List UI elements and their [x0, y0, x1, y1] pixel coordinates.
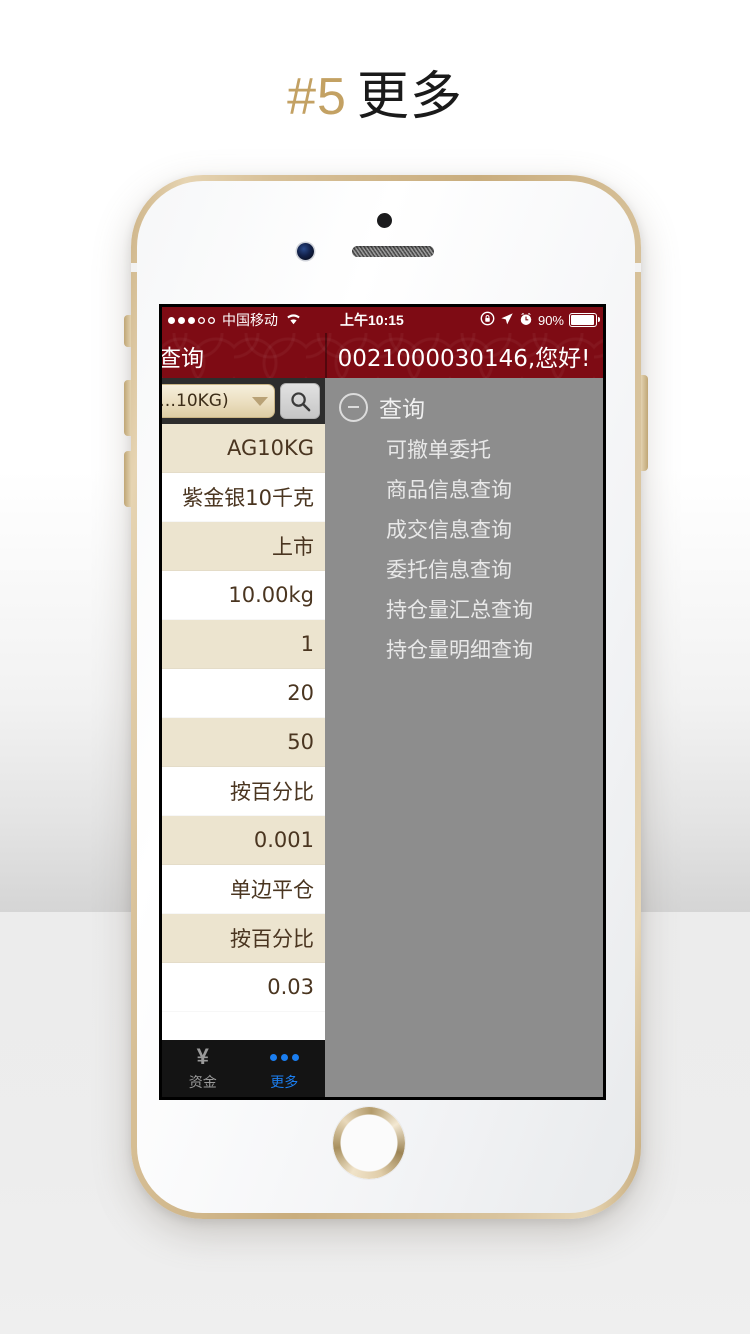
left-detail-pane: …10KG) AG10KG 紫金银10千克 上市 10.00kg 1 20 50 按百分比 0.… — [162, 378, 325, 1097]
carrier-name: 中国移动 — [222, 313, 278, 329]
page-title-number: #5 — [287, 68, 347, 126]
volume-down-button[interactable] — [124, 451, 131, 507]
home-button[interactable] — [333, 1107, 405, 1179]
wifi-icon — [285, 312, 302, 328]
tab-资金[interactable]: ¥ 资金 — [162, 1040, 244, 1097]
phone-screen-bezel: 中国移动 上午10:15 90% 查询 0021000030146,您好! …1… — [159, 304, 606, 1100]
location-arrow-icon — [500, 312, 514, 329]
yen-icon: ¥ — [196, 1044, 209, 1069]
detail-list-row[interactable]: 上市 — [162, 522, 325, 571]
menu-item[interactable]: 持仓量汇总查询 — [386, 590, 603, 630]
menu-section-header[interactable]: 查询 — [325, 378, 603, 430]
detail-list-row[interactable]: 50 — [162, 718, 325, 767]
search-button[interactable] — [280, 383, 320, 419]
menu-item[interactable]: 委托信息查询 — [386, 550, 603, 590]
signal-dot-filled — [178, 316, 185, 324]
account-greeting: 0021000030146,您好! — [337, 345, 591, 372]
search-toolbar: …10KG) — [162, 378, 325, 424]
tab-label: 资金 — [188, 1075, 217, 1091]
battery-fill — [571, 315, 595, 325]
menu-section-header-label: 查询 — [379, 397, 425, 423]
volume-up-button[interactable] — [124, 380, 131, 436]
contract-dropdown[interactable]: …10KG) — [162, 384, 275, 418]
bottom-tab-bar: ¥ 资金 更多 — [162, 1040, 325, 1097]
alarm-clock-icon — [519, 312, 533, 329]
tab-更多[interactable]: 更多 — [244, 1040, 326, 1097]
detail-list-row[interactable]: AG10KG — [162, 424, 325, 473]
menu-item[interactable]: 可撤单委托 — [386, 430, 603, 470]
detail-list-row[interactable]: 单边平仓 — [162, 865, 325, 914]
app-title-bar: 查询 0021000030146,您好! — [162, 333, 603, 378]
menu-item[interactable]: 持仓量明细查询 — [386, 630, 603, 670]
proximity-sensor — [377, 213, 392, 228]
page-title-text: 更多 — [356, 67, 463, 127]
app-screen: 中国移动 上午10:15 90% 查询 0021000030146,您好! …1… — [162, 307, 603, 1097]
power-button[interactable] — [641, 375, 648, 471]
detail-list-row[interactable]: 20 — [162, 669, 325, 718]
detail-list-row[interactable]: 0.03 — [162, 963, 325, 1012]
minus-circle-icon[interactable] — [339, 392, 368, 422]
ring-silent-switch[interactable] — [124, 315, 131, 347]
phone-front-panel: 中国移动 上午10:15 90% 查询 0021000030146,您好! …1… — [137, 181, 635, 1213]
battery-icon — [569, 313, 601, 327]
page-title: #5 更多 — [0, 60, 750, 134]
tab-label: 更多 — [270, 1075, 299, 1091]
front-camera — [297, 243, 314, 260]
signal-dot-empty — [198, 317, 205, 324]
home-button-ring — [333, 1107, 405, 1179]
status-bar-left: 中国移动 — [162, 310, 328, 330]
signal-dot-empty — [208, 317, 215, 324]
signal-dot-filled — [188, 316, 195, 324]
status-bar-right: 90% — [460, 311, 603, 329]
more-dots-icon — [269, 1045, 299, 1069]
rotation-lock-icon — [480, 311, 495, 329]
detail-list-row[interactable]: 按百分比 — [162, 767, 325, 816]
detail-list-row[interactable]: 0.001 — [162, 816, 325, 865]
signal-dot-filled — [168, 316, 175, 324]
app-title-left: 查询 — [162, 333, 325, 378]
menu-item-list: 可撤单委托 商品信息查询 成交信息查询 委托信息查询 持仓量汇总查询 持仓量明细查询 — [325, 430, 603, 670]
search-icon — [289, 390, 312, 413]
phone-device-frame: 中国移动 上午10:15 90% 查询 0021000030146,您好! …1… — [124, 175, 648, 1219]
contract-detail-list[interactable]: AG10KG 紫金银10千克 上市 10.00kg 1 20 50 按百分比 0.001 单边平仓… — [162, 424, 325, 1012]
detail-list-row[interactable]: 按百分比 — [162, 914, 325, 963]
detail-list-row[interactable]: 10.00kg — [162, 571, 325, 620]
menu-item[interactable]: 商品信息查询 — [386, 470, 603, 510]
battery-percent-label: 90% — [537, 312, 564, 328]
title-bar-divider — [325, 333, 327, 378]
more-menu-pane: 查询 可撤单委托 商品信息查询 成交信息查询 委托信息查询 持仓量汇总查询 持仓量明细查询 — [325, 378, 603, 1097]
contract-dropdown-value: …10KG) — [162, 391, 229, 411]
status-bar-time: 上午10:15 — [340, 312, 404, 328]
app-title-left-label: 查询 — [162, 345, 204, 372]
detail-list-row[interactable]: 紫金银10千克 — [162, 473, 325, 522]
detail-list-row[interactable]: 1 — [162, 620, 325, 669]
chevron-down-icon — [252, 396, 268, 406]
menu-item[interactable]: 成交信息查询 — [386, 510, 603, 550]
status-bar: 中国移动 上午10:15 90% — [162, 307, 603, 333]
earpiece-speaker — [352, 246, 434, 257]
